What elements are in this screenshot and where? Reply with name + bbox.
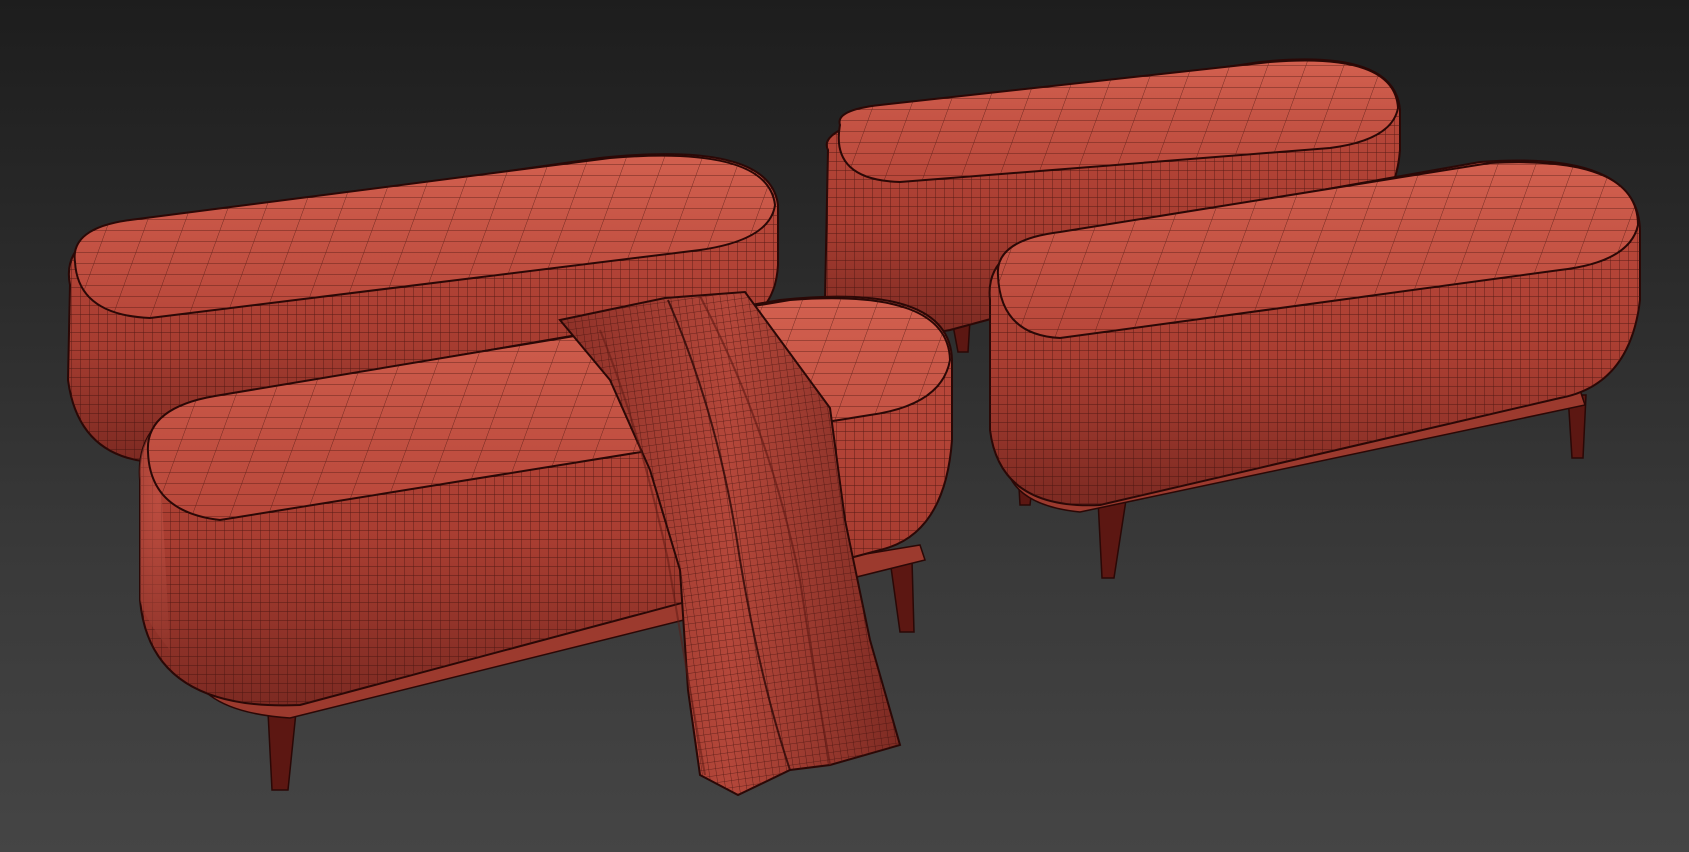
render-viewport <box>0 0 1689 852</box>
scene-render <box>66 58 1641 797</box>
bench-leg <box>267 711 297 791</box>
bench-leg <box>889 559 915 633</box>
bench-leg <box>1097 499 1127 579</box>
